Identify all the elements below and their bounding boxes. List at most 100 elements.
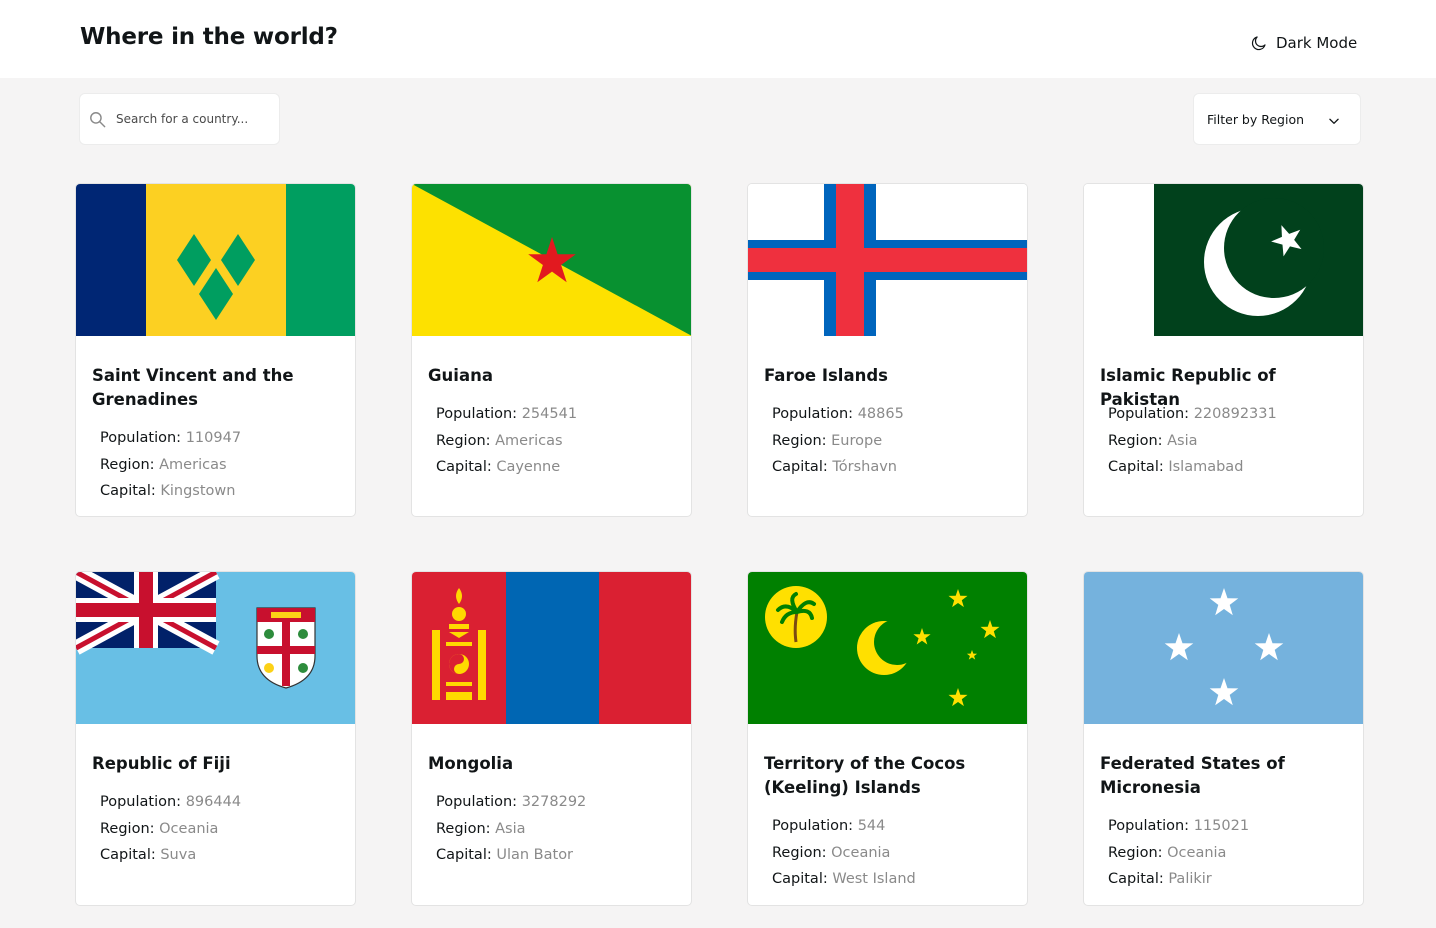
capital-value: Cayenne xyxy=(496,459,561,476)
region-value: Europe xyxy=(831,432,883,449)
capital-label: Capital: xyxy=(100,483,156,500)
country-facts: Population: 220892331 Region: Asia Capit… xyxy=(1108,401,1277,481)
region-value: Americas xyxy=(159,456,227,473)
country-name: Mongolia xyxy=(428,754,514,773)
country-card[interactable]: Territory of the Cocos (Keeling) Islands… xyxy=(747,571,1028,906)
population-value: 544 xyxy=(857,818,886,834)
region-value: Asia xyxy=(495,820,526,837)
app-title: Where in the world? xyxy=(80,24,338,50)
country-name: Federated States of Micronesia xyxy=(1100,754,1285,797)
capital-value: Suva xyxy=(160,847,197,864)
capital-row: Capital: Ulan Bator xyxy=(436,842,586,869)
pakistan-flag xyxy=(1084,184,1363,336)
region-label: Region: xyxy=(1108,844,1163,861)
population-row: Population: 115021 xyxy=(1108,813,1249,840)
search-box[interactable] xyxy=(79,93,280,145)
population-value: 220892331 xyxy=(1193,406,1277,422)
capital-value: West Island xyxy=(832,871,916,888)
population-label: Population: xyxy=(772,818,854,834)
capital-value: Ulan Bator xyxy=(496,847,574,864)
country-card[interactable]: Mongolia Population: 3278292 Region: Asi… xyxy=(411,571,692,906)
country-facts: Population: 115021 Region: Oceania Capit… xyxy=(1108,813,1249,893)
capital-label: Capital: xyxy=(100,847,156,864)
country-facts: Population: 896444 Region: Oceania Capit… xyxy=(100,789,241,869)
region-value: Asia xyxy=(1167,432,1198,449)
region-value: Oceania xyxy=(159,820,219,837)
country-facts: Population: 110947 Region: Americas Capi… xyxy=(100,425,241,505)
country-card[interactable]: Federated States of Micronesia Populatio… xyxy=(1083,571,1364,906)
population-value: 3278292 xyxy=(521,794,587,810)
region-row: Region: Europe xyxy=(772,428,904,455)
micronesia-flag xyxy=(1084,572,1363,724)
capital-value: Tórshavn xyxy=(832,459,897,476)
country-facts: Population: 544 Region: Oceania Capital:… xyxy=(772,813,916,893)
region-label: Region: xyxy=(772,844,827,861)
capital-value: Islamabad xyxy=(1168,459,1244,476)
region-row: Region: Oceania xyxy=(100,816,241,843)
country-facts: Population: 254541 Region: Americas Capi… xyxy=(436,401,577,481)
population-label: Population: xyxy=(772,406,854,422)
population-value: 115021 xyxy=(1193,818,1250,834)
cocos-islands-flag xyxy=(748,572,1027,724)
country-card[interactable]: Faroe Islands Population: 48865 Region: … xyxy=(747,183,1028,517)
region-label: Region: xyxy=(436,432,491,449)
search-icon xyxy=(90,111,106,127)
country-facts: Population: 48865 Region: Europe Capital… xyxy=(772,401,904,481)
region-row: Region: Americas xyxy=(100,452,241,479)
region-label: Region: xyxy=(100,820,155,837)
country-card[interactable]: Islamic Republic of Pakistan Population:… xyxy=(1083,183,1364,517)
capital-label: Capital: xyxy=(436,459,492,476)
region-label: Region: xyxy=(772,432,827,449)
population-row: Population: 220892331 xyxy=(1108,401,1277,428)
region-row: Region: Oceania xyxy=(772,840,916,867)
country-card[interactable]: Republic of Fiji Population: 896444 Regi… xyxy=(75,571,356,906)
population-label: Population: xyxy=(436,406,518,422)
region-value: Americas xyxy=(495,432,563,449)
population-row: Population: 896444 xyxy=(100,789,241,816)
country-name: Republic of Fiji xyxy=(92,754,231,773)
capital-row: Capital: Tórshavn xyxy=(772,454,904,481)
app-header: Where in the world? Dark Mode xyxy=(0,0,1436,78)
population-label: Population: xyxy=(100,794,182,810)
search-input[interactable] xyxy=(116,112,266,126)
mongolia-flag xyxy=(412,572,691,724)
capital-row: Capital: Islamabad xyxy=(1108,454,1277,481)
capital-label: Capital: xyxy=(436,847,492,864)
country-card[interactable]: Guiana Population: 254541 Region: Americ… xyxy=(411,183,692,517)
population-value: 110947 xyxy=(185,430,242,446)
region-value: Oceania xyxy=(831,844,891,861)
region-row: Region: Oceania xyxy=(1108,840,1249,867)
capital-label: Capital: xyxy=(1108,871,1164,888)
capital-row: Capital: Kingstown xyxy=(100,478,241,505)
region-filter-label: Filter by Region xyxy=(1207,111,1305,127)
faroe-islands-flag xyxy=(748,184,1027,336)
country-name: Guiana xyxy=(428,366,493,385)
french-guiana-flag xyxy=(412,184,691,336)
capital-value: Kingstown xyxy=(160,483,236,500)
region-row: Region: Asia xyxy=(436,816,586,843)
capital-row: Capital: West Island xyxy=(772,866,916,893)
fiji-flag xyxy=(76,572,355,724)
population-label: Population: xyxy=(436,794,518,810)
capital-label: Capital: xyxy=(1108,459,1164,476)
country-card[interactable]: Saint Vincent and the Grenadines Populat… xyxy=(75,183,356,517)
capital-label: Capital: xyxy=(772,871,828,888)
dark-mode-toggle[interactable]: Dark Mode xyxy=(1250,32,1357,54)
capital-value: Palikir xyxy=(1168,871,1212,888)
region-row: Region: Asia xyxy=(1108,428,1277,455)
capital-row: Capital: Palikir xyxy=(1108,866,1249,893)
region-value: Oceania xyxy=(1167,844,1227,861)
population-value: 254541 xyxy=(521,406,578,422)
population-row: Population: 110947 xyxy=(100,425,241,452)
region-filter-dropdown[interactable]: Filter by Region xyxy=(1193,93,1361,145)
population-value: 896444 xyxy=(185,794,242,810)
population-label: Population: xyxy=(1108,818,1190,834)
country-name: Faroe Islands xyxy=(764,366,888,385)
population-value: 48865 xyxy=(857,406,904,422)
country-name: Saint Vincent and the Grenadines xyxy=(92,366,294,409)
population-row: Population: 544 xyxy=(772,813,916,840)
population-row: Population: 3278292 xyxy=(436,789,586,816)
region-label: Region: xyxy=(436,820,491,837)
capital-row: Capital: Suva xyxy=(100,842,241,869)
country-facts: Population: 3278292 Region: Asia Capital… xyxy=(436,789,586,869)
